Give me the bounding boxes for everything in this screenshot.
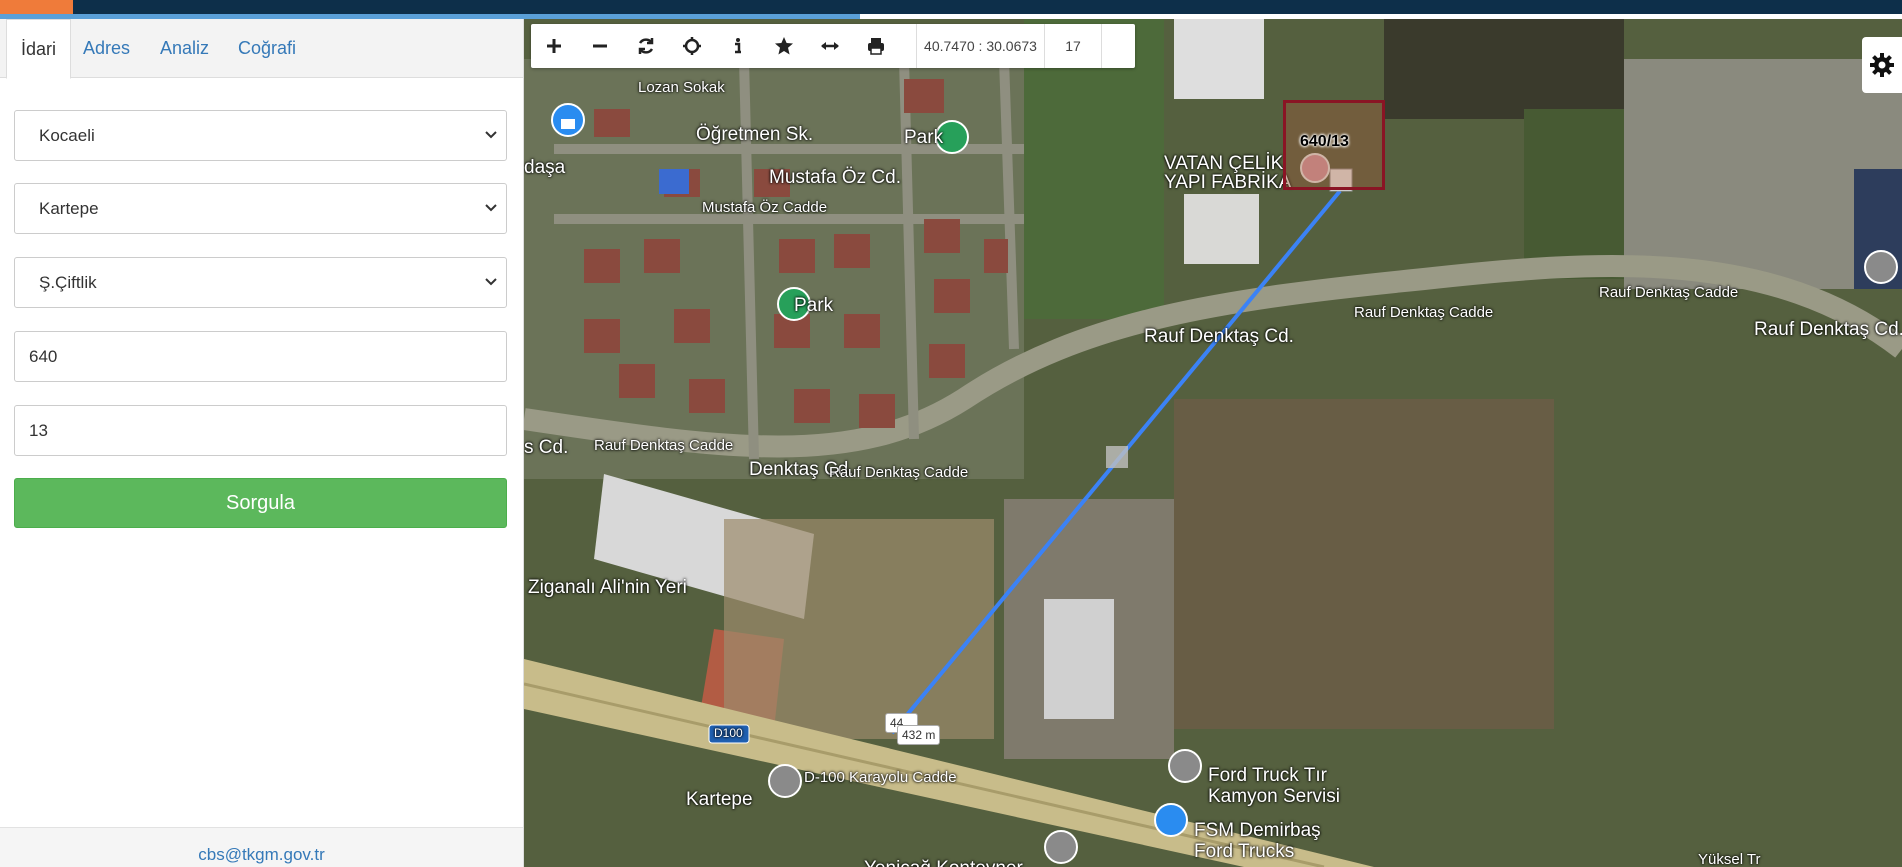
d100-shield-label: D100: [714, 726, 743, 740]
map-label: Rauf Denktaş Cadde: [594, 437, 734, 454]
locate-button[interactable]: [669, 24, 715, 68]
plus-icon: [547, 39, 561, 53]
parcel-label: 640/13: [1300, 133, 1349, 150]
il-value: Kocaeli: [39, 126, 95, 145]
footer: cbs@tkgm.gov.tr: [0, 827, 523, 867]
info-icon: [735, 38, 741, 54]
mahalle-select[interactable]: Ş.Çiftlik: [14, 257, 507, 308]
map-label: s Cd.: [524, 437, 569, 458]
map-label: Öğretmen Sk.: [696, 124, 814, 145]
zoom-out-button[interactable]: [577, 24, 623, 68]
ilce-value: Kartepe: [39, 199, 99, 218]
map-label: Yüksel Tr: [1698, 851, 1761, 867]
tab-adres[interactable]: Adres: [69, 19, 144, 78]
map-label: daşa: [524, 157, 566, 178]
locate-icon: [683, 37, 701, 55]
parsel-input[interactable]: 13: [14, 405, 507, 456]
query-panel: İdari Adres Analiz Coğrafi Kocaeli Karte…: [0, 19, 524, 867]
print-button[interactable]: [853, 24, 899, 68]
sorgula-button[interactable]: Sorgula: [14, 478, 507, 528]
map-label: Ford Trucks: [1194, 841, 1295, 862]
coordinate-readout: 40.7470 : 30.0673: [916, 24, 1044, 68]
lock-marker: [551, 103, 585, 137]
map-label: YAPI FABRİKA: [1164, 172, 1292, 193]
chevron-down-icon: [485, 278, 497, 286]
il-select[interactable]: Kocaeli: [14, 110, 507, 161]
map-toolbar: 40.7470 : 30.0673 17: [531, 24, 1135, 68]
map-label: Mustafa Öz Cd.: [769, 167, 901, 188]
map-label: Ziganalı Ali'nin Yeri: [528, 577, 687, 598]
chevron-down-icon: [485, 131, 497, 139]
map-label: Kamyon Servisi: [1208, 786, 1340, 807]
measure-distance-tooltip: 432 m: [897, 725, 941, 745]
map-label: Rauf Denktaş Cadde: [1354, 304, 1494, 321]
map-label: Park: [794, 295, 834, 316]
chevron-down-icon: [485, 204, 497, 212]
star-icon: [775, 37, 793, 55]
map-label: Rauf Denktaş Cadde: [829, 464, 969, 481]
map-label: FSM Demirbaş: [1194, 820, 1321, 841]
ada-input[interactable]: 640: [14, 331, 507, 382]
zoom-level: 17: [1044, 24, 1102, 68]
tab-idari[interactable]: İdari: [6, 19, 72, 79]
map-label: Rauf Denktaş Cadde: [1599, 284, 1739, 301]
print-icon: [868, 38, 884, 55]
info-button[interactable]: [715, 24, 761, 68]
map-label: Ford Truck Tır: [1208, 765, 1327, 786]
map-label: D-100 Karayolu Cadde: [804, 769, 957, 786]
map-label: Kartepe: [686, 789, 753, 810]
map-label: Rauf Denktaş Cd.: [1144, 326, 1294, 347]
measure-icon: [821, 42, 839, 50]
refresh-icon: [638, 38, 654, 54]
tab-cografi[interactable]: Coğrafi: [224, 19, 310, 78]
tab-bar: İdari Adres Analiz Coğrafi: [0, 19, 523, 79]
top-bar: [0, 0, 1902, 19]
map-label: Rauf Denktaş Cd.: [1754, 319, 1902, 340]
settings-button[interactable]: [1862, 37, 1902, 93]
gear-icon: [1870, 53, 1894, 77]
contact-email-link[interactable]: cbs@tkgm.gov.tr: [0, 845, 523, 865]
map-label: Mustafa Öz Cadde: [702, 199, 828, 216]
map-canvas[interactable]: Lozan Sokak Öğretmen Sk. Mustafa Öz Cd. …: [524, 19, 1902, 867]
favorite-button[interactable]: [761, 24, 807, 68]
measure-button[interactable]: [807, 24, 853, 68]
map-label: Yeniçağ Konteyner: [864, 858, 1023, 867]
zoom-in-button[interactable]: [531, 24, 577, 68]
brand-accent: [0, 0, 73, 14]
tab-analiz[interactable]: Analiz: [146, 19, 223, 78]
mahalle-value: Ş.Çiftlik: [39, 273, 97, 292]
ilce-select[interactable]: Kartepe: [14, 183, 507, 234]
map-label: Lozan Sokak: [638, 79, 725, 96]
refresh-button[interactable]: [623, 24, 669, 68]
map-label: Park: [904, 127, 944, 148]
minus-icon: [593, 44, 607, 48]
